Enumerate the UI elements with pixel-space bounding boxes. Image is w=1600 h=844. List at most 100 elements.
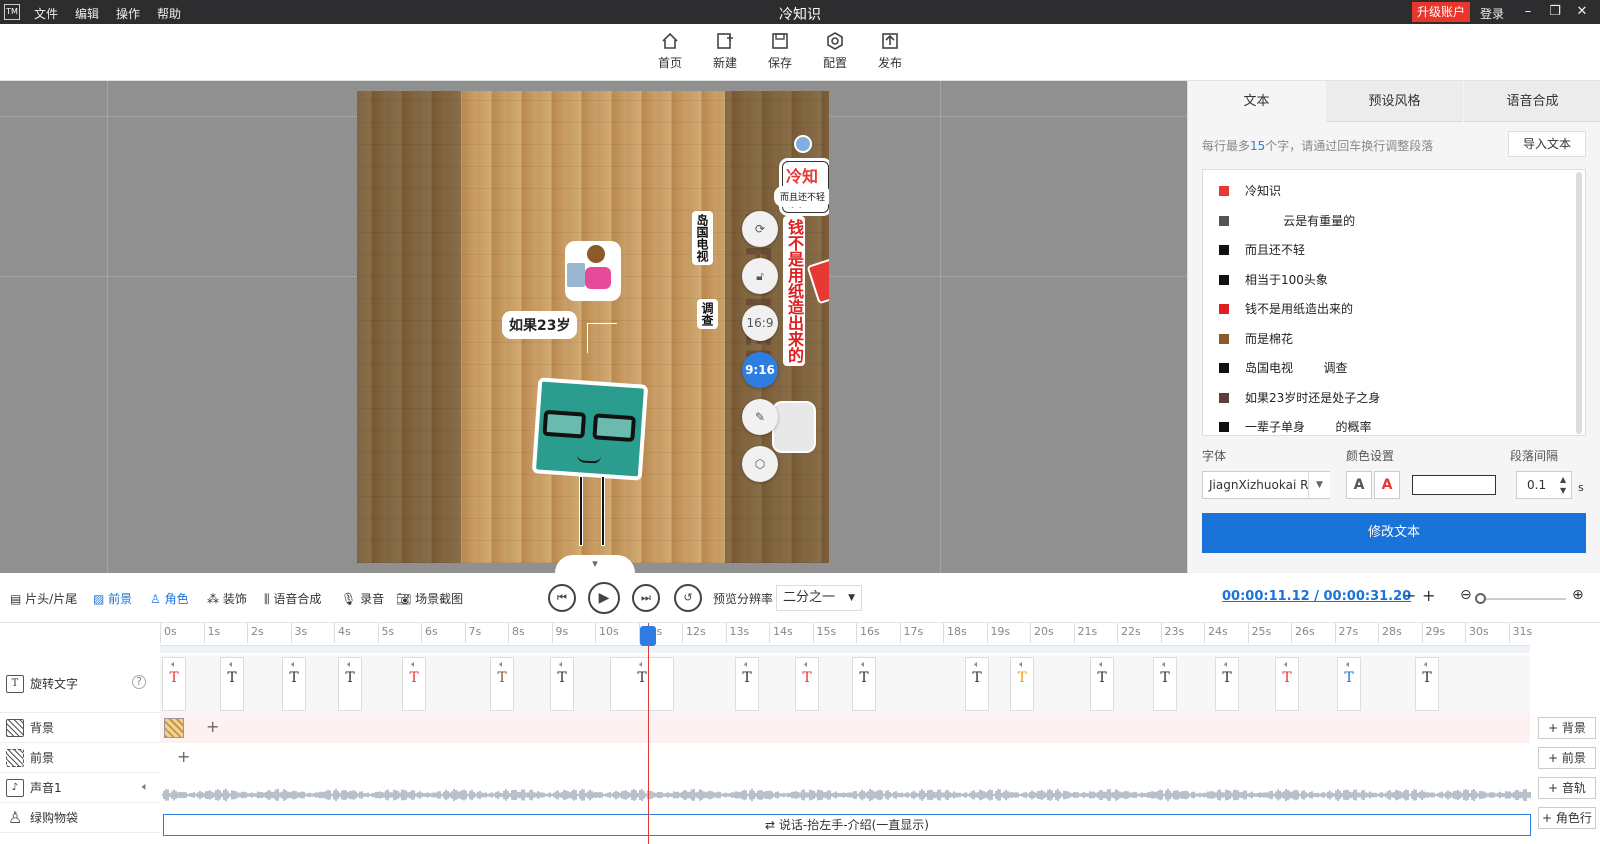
character-body[interactable]: [531, 377, 649, 481]
line-color-swatch[interactable]: [1219, 363, 1229, 373]
ratio-16-9-button[interactable]: 16:9: [742, 305, 778, 341]
survey-text[interactable]: 调查: [697, 299, 718, 329]
speaker-icon[interactable]: 🔈︎: [1276, 660, 1298, 670]
restore-icon[interactable]: ❐: [1545, 2, 1565, 22]
list-scrollbar[interactable]: [1576, 172, 1582, 434]
small-text-sticker[interactable]: 而且还不轻: [777, 189, 829, 204]
close-icon[interactable]: ✕: [1572, 2, 1592, 22]
new-button[interactable]: 新建: [703, 32, 747, 71]
background-clip[interactable]: [164, 718, 184, 738]
text-line-row[interactable]: 云是有重量的: [1203, 206, 1573, 236]
add-background-icon[interactable]: +: [206, 717, 219, 736]
zoom-in-icon[interactable]: ⊕: [1572, 587, 1584, 603]
text-clip[interactable]: 🔈︎ T: [1275, 657, 1299, 711]
tab-speech-synthesis[interactable]: 语音合成: [1464, 81, 1600, 122]
rotate-button[interactable]: ⟳: [742, 211, 778, 247]
unlock-button[interactable]: 🔓︎: [742, 258, 778, 294]
tab-preset-style[interactable]: 预设风格: [1326, 81, 1463, 122]
settings-button[interactable]: 配置: [813, 32, 857, 71]
text-line-list[interactable]: 冷知识 云是有重量的 而且还不轻 相当于100头象 钱不是用纸造出来的 而是棉花 岛国电视…: [1202, 169, 1586, 436]
tab-text[interactable]: 文本: [1188, 81, 1325, 122]
publish-button[interactable]: 发布: [868, 32, 912, 71]
skip-back-icon[interactable]: ⏮: [548, 584, 576, 612]
text-line-row[interactable]: 而是棉花: [1203, 324, 1573, 354]
add-background-button[interactable]: + 背景: [1538, 717, 1596, 739]
import-text-button[interactable]: 导入文本: [1508, 131, 1586, 157]
character-action-clip[interactable]: ⇄ 说话-抬左手-介绍(一直显示): [163, 814, 1531, 836]
text-line-row[interactable]: 而且还不轻: [1203, 235, 1573, 265]
text-clip[interactable]: 🔈︎ T: [1337, 657, 1361, 711]
text-line-row[interactable]: 钱不是用纸造出来的: [1203, 294, 1573, 324]
help-icon[interactable]: ?: [132, 675, 146, 689]
stroke-color-icon[interactable]: A: [1374, 471, 1400, 499]
text-clip[interactable]: 🔈︎ T: [490, 657, 514, 711]
text-clip[interactable]: 🔈︎ T: [338, 657, 362, 711]
skip-forward-icon[interactable]: ⏭: [632, 584, 660, 612]
zoom-slider[interactable]: [1480, 598, 1566, 600]
collapse-handle[interactable]: ▾: [555, 555, 635, 573]
text-line-row[interactable]: 冷知识: [1203, 176, 1573, 206]
line-color-swatch[interactable]: [1219, 215, 1229, 226]
background-lane[interactable]: [160, 713, 1530, 743]
edit-button[interactable]: ✎: [742, 399, 778, 435]
menu-file[interactable]: 文件: [34, 5, 58, 22]
play-icon[interactable]: ▶: [588, 582, 620, 614]
chevron-down-icon[interactable]: ▼: [1308, 472, 1330, 498]
intro-outro-button[interactable]: ▤ 片头/片尾: [10, 590, 77, 607]
decoration-button[interactable]: ⁂ 装饰: [207, 590, 247, 607]
age-text-sticker[interactable]: 如果23岁: [505, 314, 575, 336]
audio-waveform[interactable]: [162, 785, 1532, 805]
text-clip-lane[interactable]: 🔈︎ T 🔈︎ T 🔈︎ T 🔈︎ T 🔈︎ T 🔈︎ T 🔈︎ T 🔈︎ T 🔈︎ T 🔈︎ T 🔈︎ T 🔈︎ T 🔈︎ T 🔈…: [160, 655, 1530, 713]
line-color-swatch[interactable]: [1219, 274, 1229, 285]
text-clip[interactable]: 🔈︎ T: [550, 657, 574, 711]
speaker-icon[interactable]: 🔈︎: [403, 660, 425, 670]
speaker-icon[interactable]: 🔈︎: [221, 660, 243, 670]
ratio-9-16-button[interactable]: 9:16: [742, 352, 778, 388]
zoom-slider-handle[interactable]: [1475, 593, 1486, 604]
resolution-select[interactable]: 二分之一 ▼: [776, 585, 862, 611]
speaker-icon[interactable]: 🔈︎: [611, 660, 673, 670]
timeline-range-bar[interactable]: [160, 645, 1530, 653]
stepper-up-icon[interactable]: ▲: [1560, 475, 1566, 484]
character-button[interactable]: ♙ 角色: [150, 590, 189, 607]
text-line-row[interactable]: 相当于100头象: [1203, 265, 1573, 295]
scene-screenshot-button[interactable]: 📷︎ 场景截图: [396, 590, 463, 607]
menu-help[interactable]: 帮助: [157, 5, 181, 22]
speaker-icon[interactable]: 🔈︎: [966, 660, 988, 670]
stepper-down-icon[interactable]: ▼: [1560, 486, 1566, 495]
speaker-icon[interactable]: 🔈︎: [1216, 660, 1238, 670]
editor-canvas[interactable]: 冷知识 而且还不轻 钱不是用纸造出来的 岛国电视 调查 MRPHEI 如果23岁…: [0, 81, 1187, 573]
text-clip[interactable]: 🔈︎ T: [965, 657, 989, 711]
text-clip[interactable]: 🔈︎ T: [1415, 657, 1439, 711]
zoom-out-icon[interactable]: ⊖: [1460, 587, 1472, 603]
speaker-icon[interactable]: 🔈︎: [1416, 660, 1438, 670]
vertical-red-text[interactable]: 钱不是用纸造出来的: [783, 216, 805, 366]
text-line-row[interactable]: 岛国电视 调查: [1203, 353, 1573, 383]
text-clip[interactable]: 🔈︎ T: [402, 657, 426, 711]
title-sticker[interactable]: 冷知识: [782, 161, 829, 213]
foreground-button[interactable]: ▨ 前景: [93, 590, 132, 607]
line-color-swatch[interactable]: [1219, 392, 1229, 403]
text-clip[interactable]: 🔈︎ T: [610, 657, 674, 711]
text-clip[interactable]: 🔈︎ T: [1010, 657, 1034, 711]
line-color-swatch[interactable]: [1219, 422, 1229, 432]
save-button[interactable]: 保存: [758, 32, 802, 71]
add-audio-track-button[interactable]: + 音轨: [1538, 777, 1596, 799]
speech-synthesis-button[interactable]: ⫼ 语音合成: [264, 590, 321, 607]
speaker-icon[interactable]: 🔈︎: [1011, 660, 1033, 670]
playhead-handle[interactable]: [640, 626, 656, 646]
color-swatch[interactable]: [1412, 475, 1496, 495]
login-link[interactable]: 登录: [1480, 5, 1504, 22]
speaker-icon[interactable]: 🔈︎: [736, 660, 758, 670]
speaker-icon[interactable]: 🔈︎: [796, 660, 818, 670]
speaker-icon[interactable]: 🔈︎: [283, 660, 305, 670]
minimize-icon[interactable]: –: [1518, 2, 1538, 22]
text-clip[interactable]: 🔈︎ T: [1215, 657, 1239, 711]
add-character-row-button[interactable]: + 角色行: [1538, 807, 1596, 829]
speaker-icon[interactable]: 🔈︎: [491, 660, 513, 670]
line-color-swatch[interactable]: [1219, 304, 1229, 314]
speaker-icon[interactable]: 🔈︎: [1154, 660, 1176, 670]
text-clip[interactable]: 🔈︎ T: [795, 657, 819, 711]
line-color-swatch[interactable]: [1219, 333, 1229, 344]
text-clip[interactable]: 🔈︎ T: [282, 657, 306, 711]
